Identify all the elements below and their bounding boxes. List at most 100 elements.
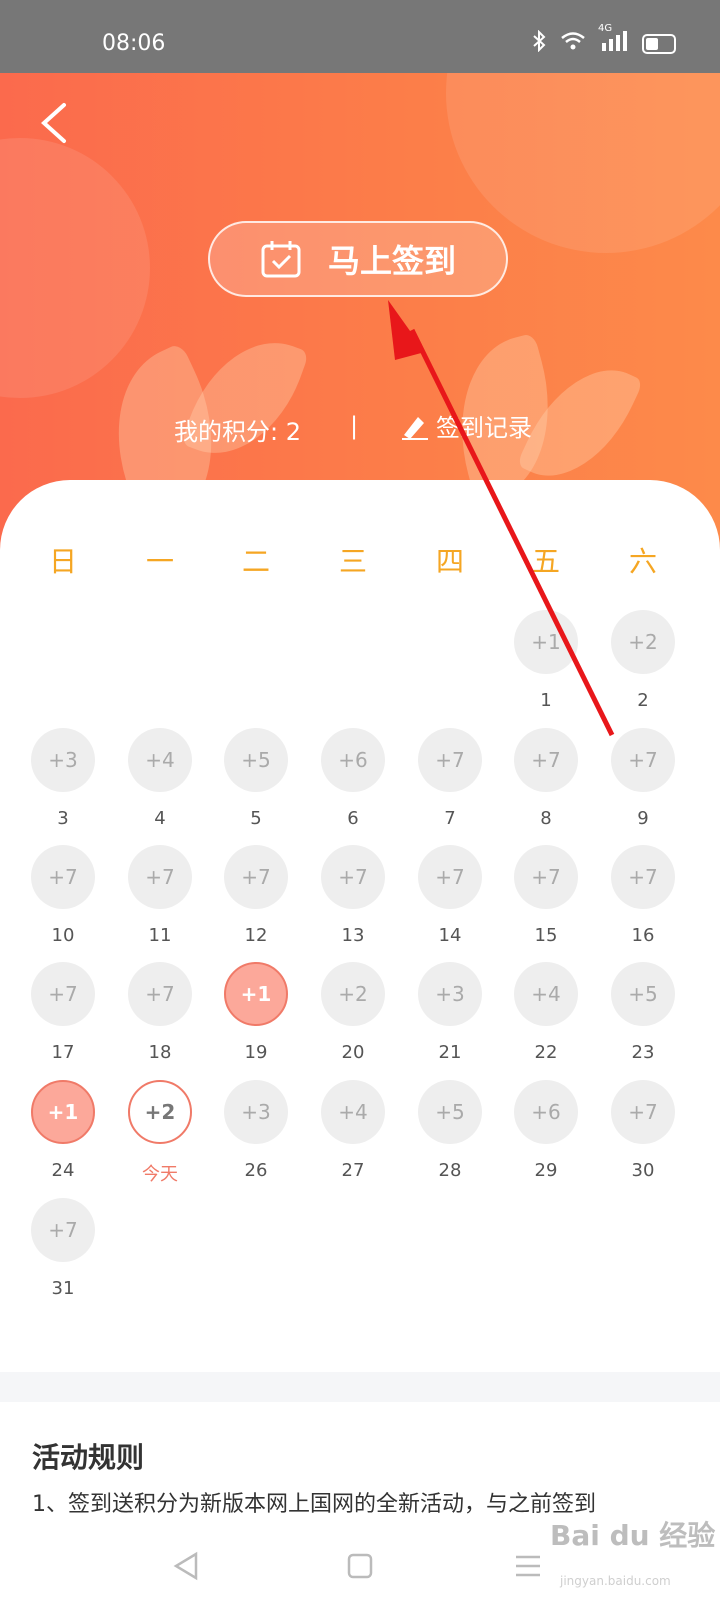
day-number: 20 — [341, 1042, 365, 1063]
weekday-thu: 四 — [435, 545, 464, 578]
calendar-day[interactable]: +5 5 — [223, 728, 289, 829]
day-points-bubble[interactable]: +4 — [321, 1080, 385, 1144]
calendar-day[interactable]: +4 4 — [127, 728, 193, 829]
day-points-bubble[interactable]: +5 — [418, 1080, 482, 1144]
nav-back-button[interactable] — [168, 1546, 208, 1586]
day-points-bubble[interactable]: +1 — [224, 962, 288, 1026]
day-points-bubble[interactable]: +7 — [514, 728, 578, 792]
nav-menu-icon — [516, 1555, 540, 1577]
calendar-day[interactable]: +6 6 — [320, 728, 386, 829]
day-points-bubble[interactable]: +7 — [514, 845, 578, 909]
calendar-day[interactable]: +3 3 — [30, 728, 96, 829]
day-number: 21 — [438, 1042, 462, 1063]
day-number: 31 — [51, 1278, 75, 1299]
calendar-day[interactable]: +7 12 — [223, 845, 289, 946]
day-points-bubble[interactable]: +7 — [31, 962, 95, 1026]
day-points-bubble[interactable]: +1 — [514, 610, 578, 674]
weekday-fri: 五 — [531, 545, 560, 578]
day-points-bubble[interactable]: +7 — [31, 845, 95, 909]
calendar-day[interactable]: +4 22 — [513, 962, 579, 1063]
day-points-bubble[interactable]: +3 — [31, 728, 95, 792]
day-points-bubble[interactable]: +5 — [611, 962, 675, 1026]
calendar-day[interactable]: +7 15 — [513, 845, 579, 946]
checkin-records-label: 签到记录 — [436, 414, 532, 442]
day-points-bubble[interactable]: +5 — [224, 728, 288, 792]
day-number: 9 — [637, 808, 649, 829]
day-points-bubble[interactable]: +7 — [321, 845, 385, 909]
watermark-url: jingyan.baidu.com — [560, 1574, 671, 1588]
calendar-day[interactable]: +7 8 — [513, 728, 579, 829]
wifi-icon — [560, 31, 586, 57]
day-points-bubble[interactable]: +7 — [418, 845, 482, 909]
day-number: 今天 — [142, 1164, 178, 1185]
nav-back-icon — [173, 1551, 198, 1581]
calendar-day[interactable]: +2 今天 — [127, 1080, 193, 1186]
calendar-day[interactable]: +7 11 — [127, 845, 193, 946]
weekday-mon: 一 — [145, 545, 174, 578]
calendar-day[interactable]: +4 27 — [320, 1080, 386, 1181]
calendar-day[interactable]: +7 13 — [320, 845, 386, 946]
day-points-bubble[interactable]: +7 — [128, 845, 192, 909]
day-points-bubble[interactable]: +4 — [128, 728, 192, 792]
day-points-bubble[interactable]: +6 — [321, 728, 385, 792]
day-points-bubble[interactable]: +7 — [224, 845, 288, 909]
calendar-day[interactable]: +2 2 — [610, 610, 676, 711]
calendar-day[interactable]: +3 21 — [417, 962, 483, 1063]
status-time: 08:06 — [102, 31, 166, 56]
day-number: 2 — [637, 690, 649, 711]
calendar-day[interactable]: +2 20 — [320, 962, 386, 1063]
section-separator — [0, 1372, 720, 1402]
calendar-day[interactable]: +1 1 — [513, 610, 579, 711]
rules-text: 1、签到送积分为新版本网上国网的全新活动，与之前签到 — [32, 1492, 596, 1514]
nav-home-button[interactable] — [340, 1546, 380, 1586]
nav-menu-button[interactable] — [508, 1546, 548, 1586]
weekday-tue: 二 — [241, 545, 270, 578]
day-number: 23 — [631, 1042, 655, 1063]
day-number: 3 — [57, 808, 69, 829]
day-points-bubble[interactable]: +7 — [31, 1198, 95, 1262]
day-points-bubble[interactable]: +6 — [514, 1080, 578, 1144]
day-number: 26 — [244, 1160, 268, 1181]
rules-title: 活动规则 — [32, 1441, 145, 1474]
calendar-day[interactable]: +7 31 — [30, 1198, 96, 1299]
calendar-day[interactable]: +7 14 — [417, 845, 483, 946]
pen-icon — [402, 416, 428, 440]
calendar-day[interactable]: +7 17 — [30, 962, 96, 1063]
calendar-day[interactable]: +5 23 — [610, 962, 676, 1063]
checkin-button[interactable]: 马上签到 — [208, 221, 508, 297]
day-points-bubble[interactable]: +7 — [611, 1080, 675, 1144]
calendar-day[interactable]: +6 29 — [513, 1080, 579, 1181]
checkin-records-link[interactable]: 签到记录 — [400, 408, 532, 443]
back-button[interactable] — [36, 99, 76, 147]
calendar-day[interactable]: +7 9 — [610, 728, 676, 829]
day-points-bubble[interactable]: +7 — [611, 728, 675, 792]
day-points-bubble[interactable]: +2 — [611, 610, 675, 674]
day-points-bubble[interactable]: +2 — [128, 1080, 192, 1144]
calendar-day[interactable]: +7 16 — [610, 845, 676, 946]
calendar-day[interactable]: +7 10 — [30, 845, 96, 946]
day-number: 30 — [631, 1160, 655, 1181]
day-points-bubble[interactable]: +7 — [128, 962, 192, 1026]
calendar-day[interactable]: +1 24 — [30, 1080, 96, 1181]
calendar-day[interactable]: +3 26 — [223, 1080, 289, 1181]
my-points: 我的积分: 2 — [174, 418, 301, 446]
divider: | — [350, 412, 359, 440]
calendar-day[interactable]: +1 19 — [223, 962, 289, 1063]
day-points-bubble[interactable]: +3 — [418, 962, 482, 1026]
day-points-bubble[interactable]: +3 — [224, 1080, 288, 1144]
calendar-day[interactable]: +7 30 — [610, 1080, 676, 1181]
calendar-check-icon — [261, 241, 301, 278]
network-type: 4G — [598, 23, 613, 34]
day-points-bubble[interactable]: +7 — [418, 728, 482, 792]
day-points-bubble[interactable]: +4 — [514, 962, 578, 1026]
day-number: 8 — [540, 808, 552, 829]
day-number: 19 — [244, 1042, 268, 1063]
day-points-bubble[interactable]: +1 — [31, 1080, 95, 1144]
day-number: 7 — [444, 808, 456, 829]
calendar-day[interactable]: +7 7 — [417, 728, 483, 829]
calendar-day[interactable]: +5 28 — [417, 1080, 483, 1181]
day-points-bubble[interactable]: +2 — [321, 962, 385, 1026]
points-row: 我的积分: 2 | 签到记录 — [0, 408, 720, 448]
calendar-day[interactable]: +7 18 — [127, 962, 193, 1063]
day-points-bubble[interactable]: +7 — [611, 845, 675, 909]
